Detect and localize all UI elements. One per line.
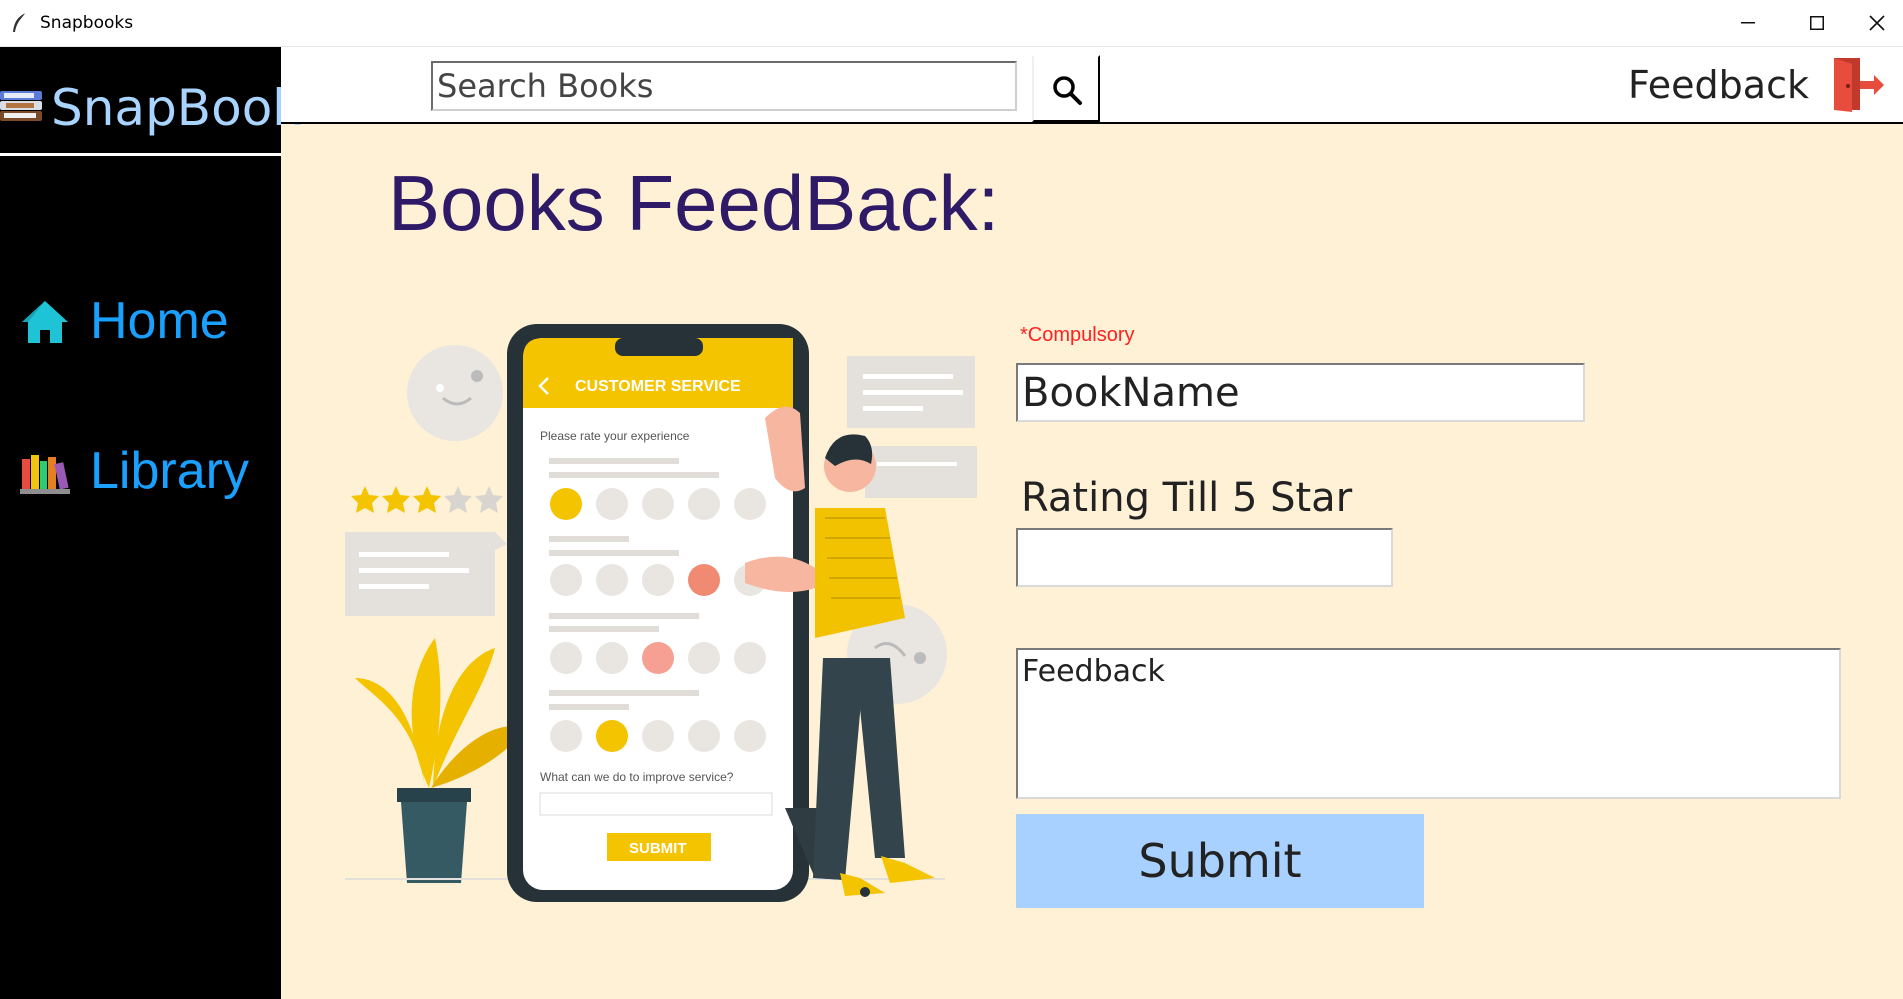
window-titlebar: Snapbooks xyxy=(0,0,1903,47)
close-icon xyxy=(1869,15,1885,31)
maximize-icon xyxy=(1810,16,1824,30)
sidebar-item-label: Home xyxy=(90,292,229,350)
sidebar-divider xyxy=(0,153,281,156)
bookshelf-icon xyxy=(20,455,70,494)
feedback-textarea[interactable] xyxy=(1016,648,1841,799)
sidebar-item-label: Library xyxy=(90,442,249,500)
sidebar: SnapBook Home Library xyxy=(0,47,301,999)
sidebar-item-library[interactable]: Library xyxy=(0,437,281,507)
close-button[interactable] xyxy=(1851,0,1903,46)
search-button[interactable] xyxy=(1032,55,1100,122)
home-icon xyxy=(22,301,68,343)
required-note: *Compulsory xyxy=(1020,324,1135,346)
brand[interactable]: SnapBook xyxy=(0,47,301,152)
rating-label: Rating Till 5 Star xyxy=(1021,475,1353,521)
search-input[interactable] xyxy=(431,61,1017,111)
page-title: Books FeedBack: xyxy=(388,159,1000,247)
maximize-button[interactable] xyxy=(1782,0,1852,46)
exit-door-icon[interactable] xyxy=(1830,54,1886,114)
search-icon xyxy=(1053,76,1082,105)
phone-question-text: What can we do to improve service? xyxy=(540,770,734,784)
brand-name: SnapBook xyxy=(51,79,302,137)
top-header: Feedback xyxy=(281,47,1903,124)
books-icon xyxy=(0,91,42,121)
sidebar-item-home[interactable]: Home xyxy=(0,287,281,357)
phone-header-text: CUSTOMER SERVICE xyxy=(575,378,741,395)
rating-input[interactable] xyxy=(1016,528,1393,587)
feedback-illustration: CUSTOMER SERVICE Please rate your experi… xyxy=(345,324,977,902)
book-name-input[interactable] xyxy=(1016,363,1585,422)
feather-icon xyxy=(13,12,27,32)
feedback-nav-link[interactable]: Feedback xyxy=(1628,63,1809,107)
minimize-icon xyxy=(1741,22,1755,24)
minimize-button[interactable] xyxy=(1713,0,1783,46)
window-title: Snapbooks xyxy=(40,13,134,33)
submit-button[interactable]: Submit xyxy=(1016,814,1424,908)
phone-submit-text: SUBMIT xyxy=(629,840,687,857)
phone-prompt-text: Please rate your experience xyxy=(540,429,690,443)
